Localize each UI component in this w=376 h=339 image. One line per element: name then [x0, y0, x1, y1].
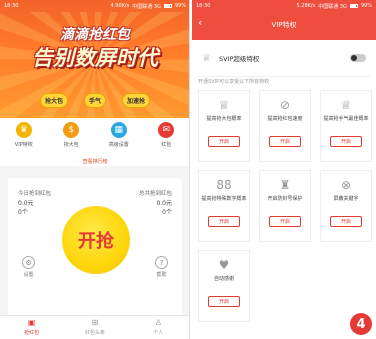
vip-privileges-screen: 18:30 5.28K/s 中国联通 3G 99% ‹ VIP特权 ♕ SVIP…: [192, 0, 376, 339]
crown-icon: ♛: [15, 122, 32, 138]
total-count: 0个: [162, 209, 172, 216]
block-keyword-icon: ⊗: [340, 178, 352, 192]
privilege-card: 88 提高抢特殊数字概率 开启: [198, 170, 250, 242]
tab-grab-packet[interactable]: ▣ 抢红包: [7, 316, 57, 339]
today-count: 0个: [18, 209, 28, 216]
privilege-title: 屏蔽关键字: [333, 196, 359, 202]
step-number-badge: 4: [350, 313, 372, 335]
pill-luck: 手气: [83, 93, 106, 108]
gear-icon: ⚙: [22, 256, 35, 269]
digits-icon: 88: [216, 178, 232, 192]
enable-button[interactable]: 开启: [330, 136, 362, 147]
crown-outline-icon: ♕: [340, 98, 352, 112]
total-label: 总共抢到红包: [138, 191, 172, 197]
privilege-title: 开启防封号保护: [267, 196, 303, 202]
tab-label: 抢红包: [24, 330, 40, 336]
start-grab-button[interactable]: 开抢: [62, 206, 130, 274]
enable-button[interactable]: 开启: [330, 216, 362, 227]
battery-icon: [163, 4, 172, 8]
status-bar: 18:30 4.90K/s 中国联通 3G 99%: [0, 0, 189, 12]
grab-panel: 今日抢到红包 0.0元 0个 总共抢到红包 0.0元 0个 开抢 ⚙ 设置 ? …: [8, 178, 182, 315]
gift-icon: ⊞: [91, 318, 99, 327]
grid-icon: ▦: [110, 122, 127, 138]
privilege-title: 提高抢大包概率: [206, 116, 242, 122]
tab-profile[interactable]: ♙ 个人: [133, 316, 183, 339]
person-icon: ♙: [154, 318, 162, 327]
enable-button[interactable]: 开启: [269, 216, 301, 227]
page-title: VIP特权: [271, 21, 297, 29]
svip-row: ♕ SVIP超级特权: [192, 40, 376, 76]
privilege-title: 提高抢红包速度: [267, 116, 303, 122]
privilege-card: ♕ 提高抢手气最佳概率 开启: [320, 90, 372, 162]
promo-banner[interactable]: 18:30 4.90K/s 中国联通 3G 99% 滴滴抢红包 告别数屏时代 抢…: [0, 0, 189, 118]
status-bar: 18:30 5.28K/s 中国联通 3G 99%: [192, 0, 376, 12]
bottom-tab-bar: ▣ 抢红包 ⊞ 红包头条 ♙ 个人: [0, 315, 189, 339]
question-icon: ?: [155, 256, 168, 269]
privilege-card: ♥ 自动感谢 开启: [198, 250, 250, 322]
privilege-card: ⊘ 提高抢红包速度 开启: [259, 90, 311, 162]
status-time: 18:30: [4, 3, 19, 9]
status-battery: 99%: [360, 3, 372, 9]
user-shield-icon: ♜: [279, 178, 291, 192]
start-grab-label: 开抢: [78, 231, 114, 252]
today-amount: 0.0元: [18, 200, 34, 207]
enable-button[interactable]: 开启: [208, 216, 240, 227]
settings-button[interactable]: ⚙ 设置: [22, 256, 35, 278]
privilege-title: 提高抢特殊数字概率: [201, 196, 247, 202]
privilege-card: ♜ 开启防封号保护 开启: [259, 170, 311, 242]
leaderboard-link[interactable]: 查看排行榜: [0, 158, 189, 165]
banner-slogan: 告别数屏时代: [32, 46, 158, 70]
enable-button[interactable]: 开启: [208, 296, 240, 307]
svip-hint: 开通SVIP可以享受以下所有特权: [198, 79, 270, 85]
status-battery: 99%: [174, 3, 186, 9]
status-network-speed: 5.28K/s: [296, 3, 316, 9]
banner-title: 滴滴抢红包: [60, 27, 130, 43]
image-slash-icon: ⊘: [279, 98, 291, 112]
feature-label: 抢大包: [63, 142, 79, 148]
pill-speed: 加速抢: [122, 93, 151, 108]
tab-label: 红包头条: [84, 330, 105, 336]
status-carrier: 中国联通 3G: [132, 3, 161, 10]
packet-icon: ▣: [27, 318, 36, 327]
vip-header: 18:30 5.28K/s 中国联通 3G 99% ‹ VIP特权: [192, 0, 376, 40]
total-stats: 总共抢到红包 0.0元 0个: [139, 190, 172, 217]
privilege-title: 提高抢手气最佳概率: [323, 116, 369, 122]
heart-icon: ♥: [218, 258, 230, 272]
money-bag-icon: $: [63, 122, 80, 138]
tab-label: 个人: [153, 330, 164, 336]
redpacket-icon: ✉: [158, 122, 175, 138]
today-stats: 今日抢到红包 0.0元 0个: [18, 190, 51, 217]
privilege-title: 自动感谢: [213, 276, 234, 282]
help-label: 帮助: [156, 272, 167, 278]
tab-headlines[interactable]: ⊞ 红包头条: [70, 316, 120, 339]
divider: [198, 76, 370, 77]
battery-icon: [349, 4, 358, 8]
privilege-card: ⊗ 屏蔽关键字 开启: [320, 170, 372, 242]
banner-pills: 抢大包 手气 加速抢: [0, 93, 189, 108]
status-carrier: 中国联通 3G: [318, 3, 347, 10]
enable-button[interactable]: 开启: [269, 136, 301, 147]
feature-label: 高级设置: [108, 142, 129, 148]
total-amount: 0.0元: [156, 200, 172, 207]
svip-label: SVIP超级特权: [218, 55, 260, 63]
pill-big-packet: 抢大包: [39, 93, 68, 108]
crown-outline-icon: ♕: [218, 98, 230, 112]
status-time: 18:30: [196, 3, 211, 9]
help-button[interactable]: ? 帮助: [155, 256, 168, 278]
feature-label: 红包: [161, 142, 172, 148]
crown-outline-icon: ♕: [202, 52, 211, 64]
feature-label: VIP特权: [14, 142, 33, 148]
settings-label: 设置: [23, 272, 34, 278]
red-packet-home-screen: 18:30 4.90K/s 中国联通 3G 99% 滴滴抢红包 告别数屏时代 抢…: [0, 0, 190, 339]
privilege-card: ♕ 提高抢大包概率 开启: [198, 90, 250, 162]
enable-button[interactable]: 开启: [208, 136, 240, 147]
status-network-speed: 4.90K/s: [110, 3, 130, 9]
svip-toggle[interactable]: [350, 54, 366, 62]
today-label: 今日抢到红包: [18, 191, 52, 197]
